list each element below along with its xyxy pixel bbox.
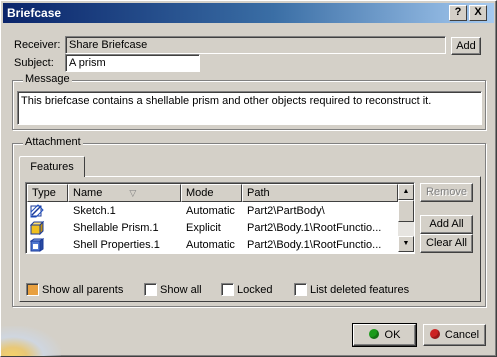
sketch-icon [30, 204, 44, 218]
column-header-name[interactable]: Name ▽ [68, 184, 181, 202]
table-row[interactable]: Sketch.1 Automatic Part2\PartBody\ [26, 203, 398, 220]
subject-label: Subject: [14, 57, 54, 69]
row-name: Shellable Prism.1 [73, 222, 159, 234]
briefcase-dialog: Briefcase ? X Receiver: Share Briefcase … [0, 0, 497, 357]
receiver-label: Receiver: [14, 39, 61, 51]
close-button[interactable]: X [469, 5, 487, 21]
help-button[interactable]: ? [449, 5, 467, 21]
add-all-button[interactable]: Add All [420, 215, 473, 234]
cancel-icon [429, 329, 440, 339]
column-header-path[interactable]: Path [242, 184, 398, 202]
features-list: Type Name ▽ Mode Path Sketch.1 Automatic… [25, 182, 415, 254]
remove-button[interactable]: Remove [420, 183, 473, 202]
locked-label: Locked [237, 284, 273, 296]
ok-icon [368, 329, 379, 339]
row-path: Part2\PartBody\ [247, 205, 325, 217]
scroll-thumb[interactable] [398, 200, 414, 222]
shellable-prism-icon [30, 221, 44, 235]
features-list-scrollbar[interactable]: ▲ ▼ [398, 184, 414, 252]
help-icon: ? [454, 6, 462, 18]
corner-decoration [1, 326, 61, 356]
column-header-type[interactable]: Type [27, 184, 68, 202]
scroll-down-button[interactable]: ▼ [398, 236, 414, 252]
row-mode: Automatic [186, 239, 235, 251]
shell-properties-icon [30, 238, 44, 252]
close-icon: X [474, 6, 482, 18]
table-row[interactable]: Shell Properties.1 Automatic Part2\Body.… [26, 237, 398, 253]
show-all-label: Show all [160, 284, 202, 296]
row-mode: Automatic [186, 205, 235, 217]
cancel-button[interactable]: Cancel [423, 324, 486, 346]
table-row[interactable]: Shellable Prism.1 Explicit Part2\Body.1\… [26, 220, 398, 237]
row-mode: Explicit [186, 222, 221, 234]
show-all-checkbox[interactable] [144, 283, 157, 296]
sort-icon: ▽ [129, 188, 137, 198]
row-path: Part2\Body.1\RootFunctio... [247, 239, 382, 251]
scroll-up-button[interactable]: ▲ [398, 184, 414, 200]
locked-checkbox[interactable] [221, 283, 234, 296]
cancel-label: Cancel [444, 329, 480, 341]
show-all-parents-checkbox[interactable] [26, 283, 39, 296]
subject-input[interactable]: A prism [65, 54, 200, 72]
list-deleted-features-label: List deleted features [310, 284, 410, 296]
row-name: Shell Properties.1 [73, 239, 160, 251]
message-textarea[interactable]: This briefcase contains a shellable pris… [17, 91, 482, 125]
column-header-mode[interactable]: Mode [181, 184, 242, 202]
row-name: Sketch.1 [73, 205, 116, 217]
title-bar[interactable]: Briefcase ? X [3, 3, 494, 23]
show-all-parents-label: Show all parents [42, 284, 124, 296]
column-header-name-label: Name [73, 187, 103, 199]
list-deleted-features-checkbox[interactable] [294, 283, 307, 296]
window-title: Briefcase [7, 6, 62, 20]
message-group-label: Message [23, 73, 72, 85]
tab-features[interactable]: Features [19, 156, 85, 177]
attachment-group-label: Attachment [23, 136, 83, 148]
ok-button[interactable]: OK [352, 323, 417, 347]
clear-all-button[interactable]: Clear All [420, 234, 473, 253]
ok-label: OK [384, 329, 401, 341]
add-receiver-button[interactable]: Add [451, 37, 481, 55]
row-path: Part2\Body.1\RootFunctio... [247, 222, 382, 234]
receiver-field[interactable]: Share Briefcase [65, 36, 446, 54]
